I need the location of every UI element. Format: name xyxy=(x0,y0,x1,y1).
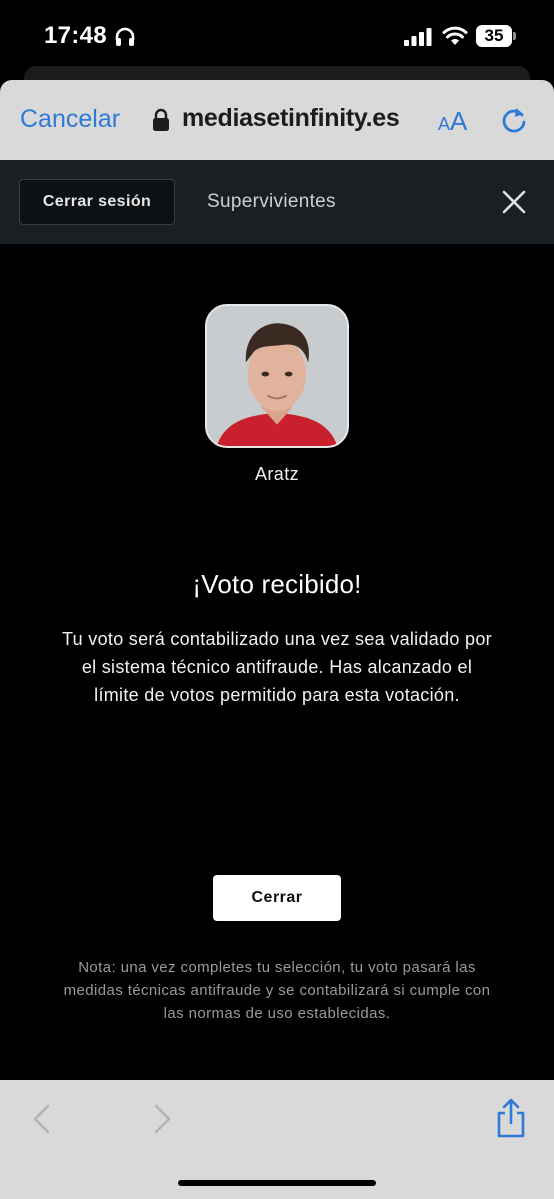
home-indicator xyxy=(178,1180,376,1186)
battery-tip xyxy=(513,32,516,40)
battery-icon: 35 xyxy=(476,25,516,47)
avatar-portrait xyxy=(207,306,347,446)
battery-level: 35 xyxy=(484,26,504,45)
reload-icon[interactable] xyxy=(498,104,530,136)
wifi-icon xyxy=(442,26,468,45)
close-button[interactable]: Cerrar xyxy=(213,875,341,921)
topbar-title: Supervivientes xyxy=(207,191,336,212)
cellular-signal-icon xyxy=(404,28,432,46)
logout-button[interactable]: Cerrar sesión xyxy=(19,179,175,225)
candidate-avatar xyxy=(205,304,349,448)
lock-icon xyxy=(153,108,169,131)
note-text: Nota: una vez completes tu selección, tu… xyxy=(63,959,491,1022)
forward-icon[interactable] xyxy=(152,1104,174,1134)
url-address[interactable]: mediasetinfinity.es xyxy=(182,104,400,133)
browser-header: Cancelar mediasetinfinity.es AA xyxy=(0,80,554,160)
back-icon[interactable] xyxy=(30,1104,52,1134)
share-icon[interactable] xyxy=(494,1098,528,1138)
headphones-icon xyxy=(115,27,135,46)
status-bar: 17:48 35 xyxy=(0,0,554,72)
text-size-big-a: A xyxy=(450,106,468,136)
close-icon[interactable] xyxy=(500,188,528,216)
page-topbar: Cerrar sesión Supervivientes xyxy=(0,160,554,244)
vote-received-title: ¡Voto recibido! xyxy=(192,569,362,599)
text-size-button[interactable]: AA xyxy=(438,106,467,137)
vote-message: Tu voto será contabilizado una vez sea v… xyxy=(62,629,492,705)
status-time: 17:48 xyxy=(44,22,107,49)
cancel-button[interactable]: Cancelar xyxy=(20,105,120,134)
candidate-name: Aratz xyxy=(254,464,299,484)
text-size-small-a: A xyxy=(438,114,451,134)
